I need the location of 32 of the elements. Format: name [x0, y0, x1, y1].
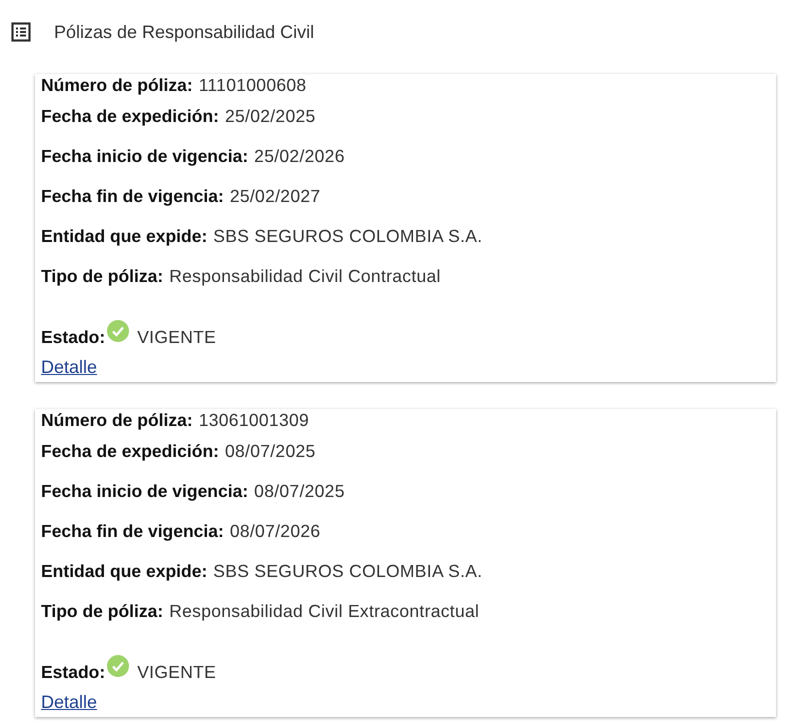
field-label: Estado:	[41, 662, 106, 683]
field-value: 25/02/2025	[224, 106, 316, 126]
field-value: SBS SEGUROS COLOMBIA S.A.	[213, 226, 482, 246]
list-icon	[11, 22, 31, 42]
field-label: Tipo de póliza:	[41, 600, 164, 622]
field-value: 25/02/2027	[230, 186, 320, 206]
field-value: 11101000608	[198, 74, 306, 96]
field-value: Responsabilidad Civil Extracontractual	[169, 600, 480, 622]
field-value: 08/07/2026	[230, 520, 320, 542]
detail-link[interactable]: Detalle	[41, 692, 98, 712]
field-value: 25/02/2026	[254, 146, 345, 166]
field-value: 08/07/2025	[224, 440, 316, 462]
field-label: Fecha de expedición:	[41, 106, 219, 126]
field-label: Estado:	[41, 327, 106, 348]
field-label: Fecha inicio de vigencia:	[41, 146, 248, 166]
field-value: 13061001309	[198, 410, 310, 430]
detail-link[interactable]: Detalle	[41, 356, 98, 378]
field-value: 08/07/2025	[254, 480, 345, 502]
status-value: VIGENTE	[137, 662, 216, 683]
field-label: Fecha inicio de vigencia:	[41, 480, 248, 502]
field-value: SBS SEGUROS COLOMBIA S.A.	[213, 560, 482, 582]
status-value: VIGENTE	[137, 327, 216, 348]
field-label: Número de póliza:	[41, 410, 193, 430]
field-label: Número de póliza:	[41, 74, 193, 96]
field-label: Fecha de expedición:	[41, 440, 219, 462]
field-value: Responsabilidad Civil Contractual	[169, 266, 441, 286]
page-title: Pólizas de Responsabilidad Civil	[54, 22, 314, 42]
field-label: Fecha fin de vigencia:	[41, 520, 224, 542]
field-label: Entidad que expide:	[41, 560, 208, 582]
field-label: Entidad que expide:	[41, 226, 208, 246]
field-label: Tipo de póliza:	[41, 266, 164, 286]
field-label: Fecha fin de vigencia:	[41, 186, 224, 206]
